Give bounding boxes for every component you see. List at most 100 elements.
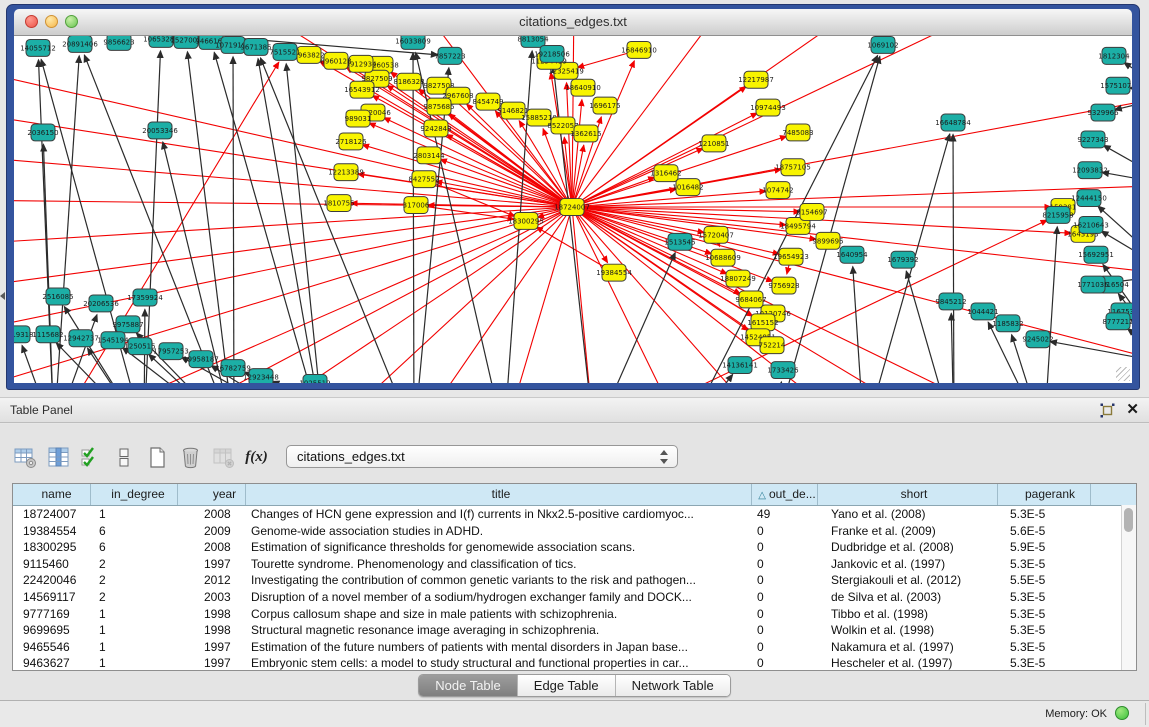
graph-node[interactable]: 16648784 <box>935 114 971 131</box>
graph-edge[interactable] <box>953 134 954 383</box>
table-row[interactable]: 1456911722003Disruption of a novel membe… <box>13 589 1136 606</box>
table-cell[interactable]: Wolkin et al. (1998) <box>818 622 998 639</box>
graph-node[interactable]: 1115682 <box>32 326 63 343</box>
graph-edge[interactable] <box>853 267 864 383</box>
graph-edge[interactable] <box>260 58 414 383</box>
graph-node[interactable]: 752214 <box>759 337 786 354</box>
new-table-icon[interactable] <box>146 445 169 469</box>
table-cell[interactable]: 2003 <box>178 589 246 606</box>
graph-edge[interactable] <box>416 205 514 219</box>
table-cell[interactable]: 2009 <box>178 523 246 540</box>
graph-node[interactable]: 18757105 <box>775 159 811 176</box>
table-cell[interactable]: 1 <box>91 655 178 671</box>
table-cell[interactable]: Disruption of a novel member of a sodium… <box>246 589 752 606</box>
graph-node[interactable]: 7857223 <box>434 47 465 64</box>
table-cell[interactable]: 2 <box>91 556 178 573</box>
table-cell[interactable]: 2 <box>91 589 178 606</box>
column-header-year[interactable]: year <box>178 484 246 505</box>
graph-node[interactable]: 14055712 <box>20 39 56 56</box>
graph-node[interactable]: 1316462 <box>650 165 681 182</box>
table-cell[interactable]: 0 <box>752 589 818 606</box>
graph-edge[interactable] <box>14 207 572 245</box>
graph-node[interactable]: 20891406 <box>62 36 98 52</box>
table-cell[interactable]: 6 <box>91 539 178 556</box>
graph-node[interactable]: 1016482 <box>672 179 703 196</box>
graph-node[interactable]: 1069102 <box>867 36 898 53</box>
table-cell[interactable]: 18300295 <box>13 539 91 556</box>
table-cell[interactable]: 5.3E-5 <box>998 655 1091 671</box>
rows-icon[interactable] <box>113 445 136 469</box>
graph-node[interactable]: 1771035 <box>1077 276 1108 293</box>
graph-node[interactable]: 7485083 <box>782 124 813 141</box>
graph-node[interactable]: 1545194 <box>97 332 129 349</box>
table-settings-icon[interactable] <box>14 445 37 469</box>
table-row[interactable]: 2242004622012Investigating the contribut… <box>13 572 1136 589</box>
table-cell[interactable]: 2 <box>91 572 178 589</box>
row-select-icon[interactable] <box>80 445 103 469</box>
graph-edge[interactable] <box>1115 96 1132 110</box>
graph-node[interactable]: 1513545 <box>664 233 695 250</box>
table-cell[interactable]: 1 <box>91 622 178 639</box>
graph-node[interactable]: 1044421 <box>967 303 998 320</box>
column-visibility-icon[interactable] <box>47 445 70 469</box>
graph-node[interactable]: 3919318 <box>14 326 34 343</box>
column-header-pagerank[interactable]: pagerank <box>998 484 1091 505</box>
graph-edge[interactable] <box>572 185 1132 207</box>
graph-node[interactable]: 1362615 <box>570 125 601 142</box>
graph-edge[interactable] <box>233 57 234 383</box>
table-cell[interactable]: 0 <box>752 622 818 639</box>
graph-node[interactable]: 1810755 <box>323 195 354 212</box>
graph-edge[interactable] <box>1103 145 1132 185</box>
graph-node[interactable]: 1640954 <box>836 246 868 263</box>
table-cell[interactable]: 0 <box>752 606 818 623</box>
table-cell[interactable]: 0 <box>752 556 818 573</box>
graph-node[interactable]: 8186328 <box>393 73 424 90</box>
table-row[interactable]: 977716911998Corpus callosum shape and si… <box>13 606 1136 623</box>
graph-node[interactable]: 20053346 <box>142 122 178 139</box>
table-cell[interactable]: 2012 <box>178 572 246 589</box>
graph-node[interactable]: 9875685 <box>423 98 454 115</box>
graph-node[interactable]: 1210851 <box>698 135 729 152</box>
table-cell[interactable]: 5.3E-5 <box>998 622 1091 639</box>
table-cell[interactable]: 1998 <box>178 606 246 623</box>
column-header-name[interactable]: name <box>13 484 91 505</box>
table-cell[interactable]: 1997 <box>178 639 246 656</box>
table-cell[interactable]: 5.6E-5 <box>998 523 1091 540</box>
table-scrollbar[interactable] <box>1121 505 1136 670</box>
graph-node[interactable]: 9671385 <box>240 38 271 55</box>
graph-node[interactable]: 12213389 <box>328 164 364 181</box>
table-cell[interactable]: 9463627 <box>13 655 91 671</box>
column-header-indegree[interactable]: in_degree <box>91 484 178 505</box>
graph-node[interactable]: 1615152 <box>747 314 778 331</box>
graph-edge[interactable] <box>324 207 572 383</box>
table-cell[interactable]: 9699695 <box>13 622 91 639</box>
graph-edge[interactable] <box>1050 341 1132 364</box>
graph-edge[interactable] <box>572 36 874 207</box>
table-cell[interactable]: de Silva et al. (2003) <box>818 589 998 606</box>
graph-node[interactable]: 8215958 <box>1042 207 1073 224</box>
table-cell[interactable]: Estimation of the future numbers of pati… <box>246 639 752 656</box>
graph-node[interactable]: 7515521 <box>269 43 300 60</box>
graph-node[interactable]: 9975887 <box>112 316 143 333</box>
graph-node[interactable]: 16846910 <box>621 41 657 58</box>
graph-edge[interactable] <box>369 123 572 207</box>
close-panel-icon[interactable]: ✕ <box>1126 401 1139 419</box>
graph-edge[interactable] <box>774 382 781 383</box>
collapse-west-panel-icon[interactable] <box>0 292 5 300</box>
table-cell[interactable]: 0 <box>752 523 818 540</box>
table-selector-dropdown[interactable]: citations_edges.txt <box>286 445 678 468</box>
graph-node[interactable]: 9899695 <box>812 232 843 249</box>
table-cell[interactable]: 2008 <box>178 506 246 523</box>
graph-node[interactable]: 12217987 <box>738 71 774 88</box>
table-cell[interactable]: 9465546 <box>13 639 91 656</box>
table-cell[interactable]: Yano et al. (2008) <box>818 506 998 523</box>
graph-node[interactable]: 8427552 <box>408 171 439 188</box>
memory-status-icon[interactable] <box>1115 706 1129 720</box>
table-cell[interactable]: 5.3E-5 <box>998 606 1091 623</box>
graph-node[interactable]: 16033809 <box>395 36 431 49</box>
graph-node[interactable]: 1812304 <box>1098 47 1130 64</box>
graph-node[interactable]: 8960128 <box>320 52 351 69</box>
delete-rows-icon[interactable] <box>179 445 202 469</box>
graph-node[interactable]: 18640910 <box>565 79 601 96</box>
table-cell[interactable]: 5.5E-5 <box>998 572 1091 589</box>
